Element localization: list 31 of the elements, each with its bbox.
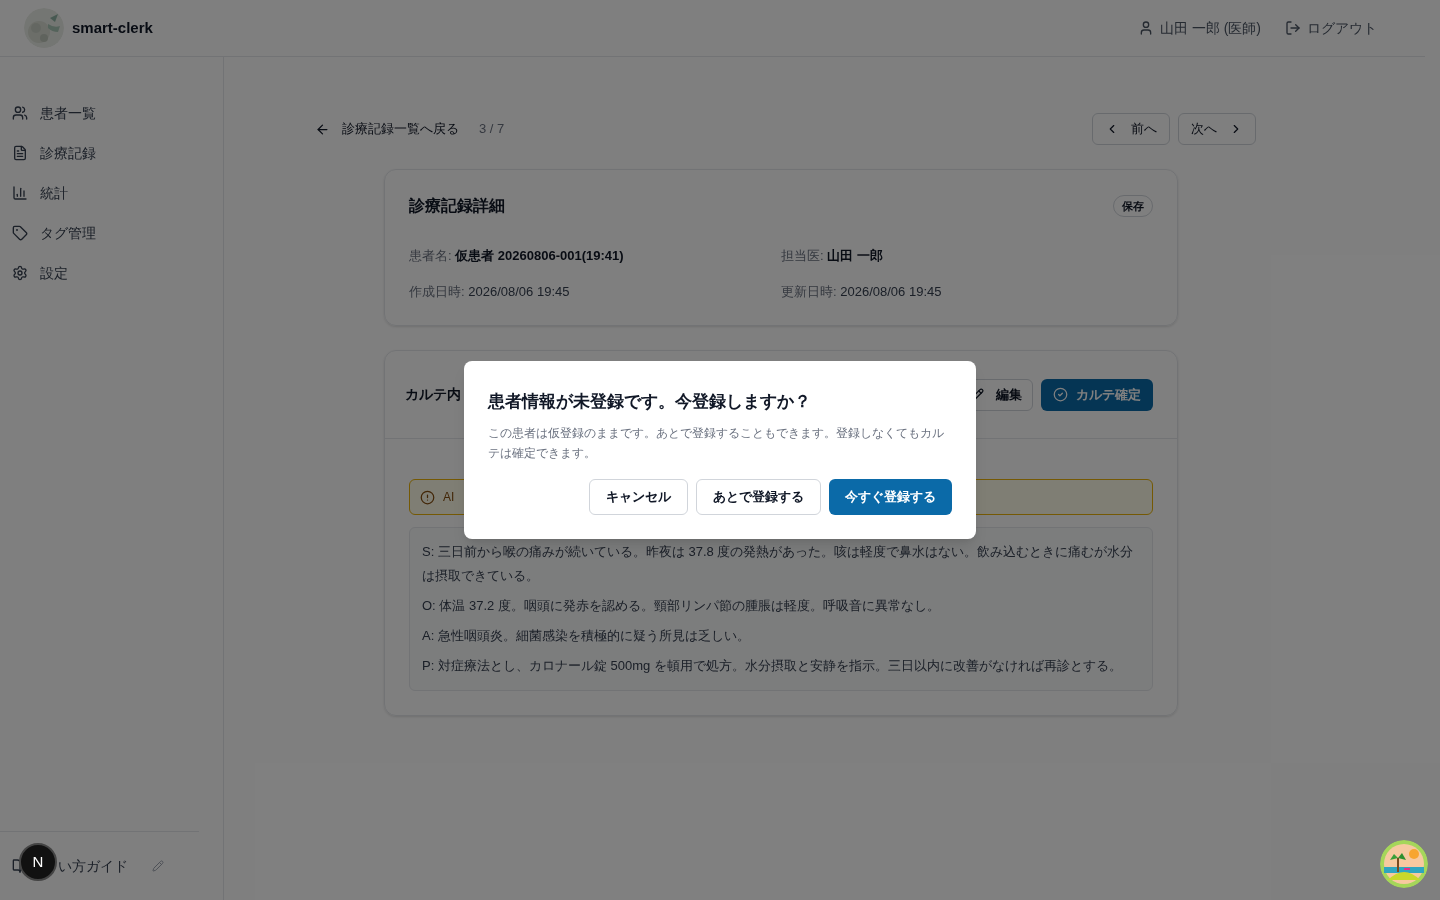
- dialog-title: 患者情報が未登録です。今登録しますか？: [488, 391, 812, 413]
- sidebar-item[interactable]: タグ管理: [12, 217, 211, 249]
- record-field: 患者名: 仮患者 20260806-001(19:41): [409, 246, 781, 266]
- record-field: 担当医: 山田 一郎: [781, 246, 1153, 266]
- soap-line: S: 三日前から喉の痛みが続いている。昨夜は 37.8 度の発熱があった。咳は軽度で鼻水はない。飲み込むときに痛むが水分は摂取できている。: [422, 543, 1135, 585]
- dev-badge[interactable]: N: [19, 843, 57, 881]
- back-link[interactable]: 診療記録一覧へ戻る: [315, 119, 459, 139]
- next-button[interactable]: 次へ: [1178, 113, 1256, 145]
- card-title: 診療記録詳細: [409, 196, 505, 216]
- confirm-button[interactable]: カルテ確定: [1041, 378, 1153, 411]
- previous-button[interactable]: 前へ: [1092, 113, 1170, 145]
- record-position: 3 / 7: [479, 120, 505, 139]
- card-title: カルテ内: [405, 385, 461, 404]
- record-field: 更新日時: 2026/08/06 19:45: [781, 281, 1153, 301]
- sidebar-item[interactable]: 統計: [12, 177, 211, 209]
- soap-line: P: 対症療法とし、カロナール錠 500mg を頓用で処方。水分摂取と安静を指示。三日以内に改善がなければ再診とする。: [422, 657, 1123, 675]
- guide-link[interactable]: い方ガイド: [58, 856, 128, 876]
- dialog-button[interactable]: キャンセル: [589, 478, 688, 515]
- sidebar-item[interactable]: 診療記録: [12, 137, 211, 169]
- sidebar-item[interactable]: 患者一覧: [12, 97, 211, 129]
- soap-line: O: 体温 37.2 度。咽頭に発赤を認める。頸部リンパ節の腫脹は軽度。呼吸音に異常なし。: [422, 597, 941, 615]
- sidebar-item[interactable]: 設定: [12, 257, 211, 289]
- record-field: 作成日時: 2026/08/06 19:45: [409, 281, 781, 301]
- logout-button[interactable]: ログアウト: [1285, 18, 1377, 38]
- alert-text: AI: [443, 489, 455, 506]
- user-name: 山田 一郎 (医師): [1159, 19, 1261, 38]
- soap-line: A: 急性咽頭炎。細菌感染を積極的に疑う所見は乏しい。: [422, 627, 751, 645]
- app-name: smart-clerk: [72, 17, 153, 38]
- register-now-button[interactable]: 今すぐ登録する: [829, 478, 952, 515]
- dialog-button[interactable]: あとで登録する: [696, 478, 821, 515]
- dialog-message: この患者は仮登録のままです。あとで登録することもできます。登録しなくてもカルテは確定できます。: [488, 424, 945, 462]
